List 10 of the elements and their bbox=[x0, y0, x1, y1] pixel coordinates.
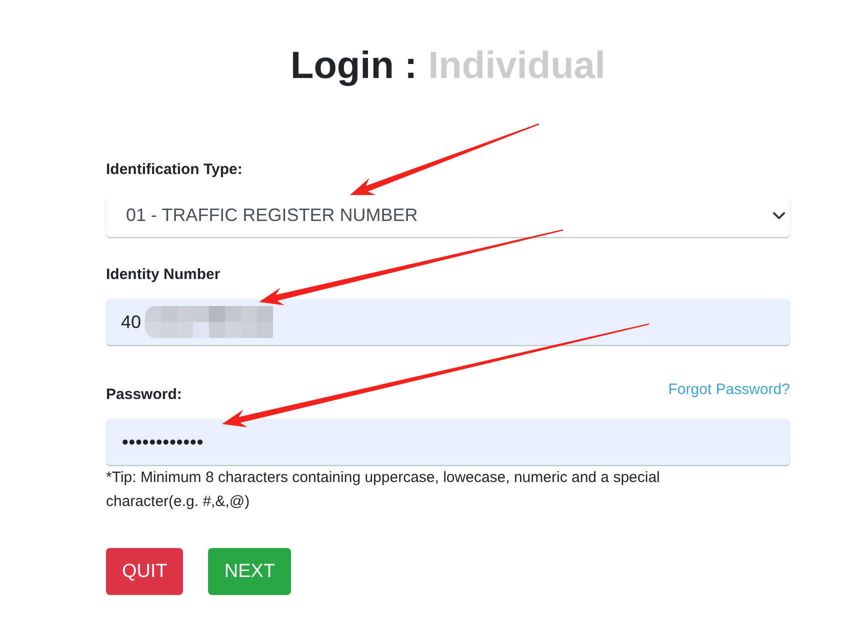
field-label: Password: bbox=[106, 385, 182, 405]
dropdown-select[interactable]: 01 - TRAFFIC REGISTER NUMBER bbox=[106, 194, 790, 237]
text-input-field[interactable]: 40 bbox=[106, 299, 790, 345]
field-label: Identification Type: bbox=[106, 160, 242, 180]
password-field[interactable]: •••••••••••• bbox=[106, 419, 790, 465]
field-label: Identity Number bbox=[106, 265, 220, 285]
chevron-down-icon bbox=[773, 212, 785, 220]
password-tip: *Tip: Minimum 8 characters containing uppercase, lowecase, numeric and a special character(e.g. #,&,@) bbox=[106, 468, 661, 512]
page-title: Login : bbox=[290, 44, 418, 89]
quit-button[interactable]: QUIT bbox=[106, 548, 184, 595]
